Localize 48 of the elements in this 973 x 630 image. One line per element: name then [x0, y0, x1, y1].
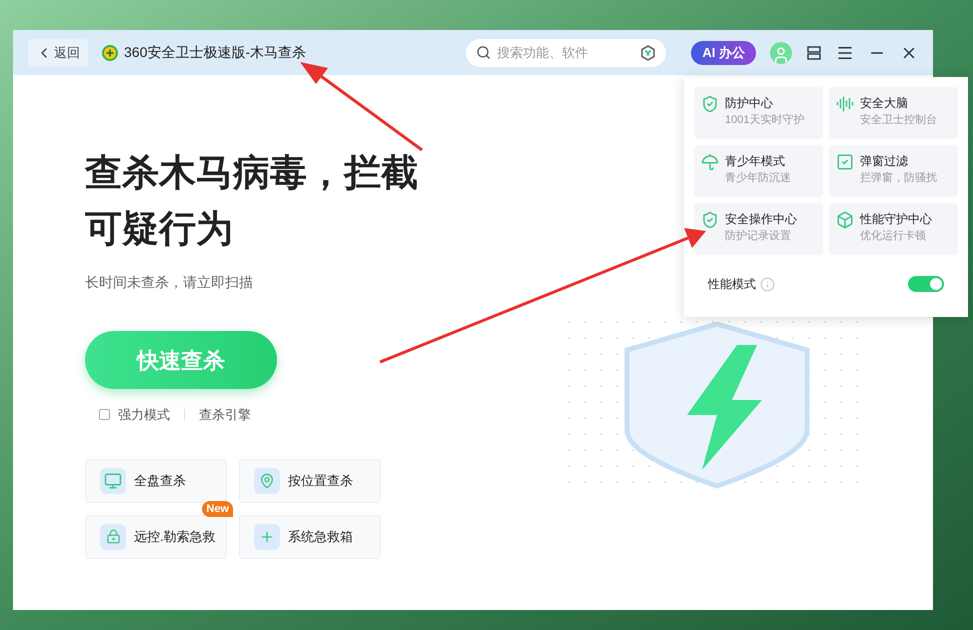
back-button[interactable]: 返回 — [28, 38, 88, 66]
menu-item[interactable]: 性能守护中心 优化运行卡顿 — [829, 203, 958, 255]
performance-mode-toggle[interactable] — [908, 276, 944, 292]
window-icon — [836, 153, 854, 171]
menu-item-title: 防护中心 — [725, 95, 774, 111]
headline: 查杀木马病毒，拦截可疑行为 — [85, 151, 419, 251]
menu-item-subtitle: 安全卫士控制台 — [860, 112, 937, 128]
tool-button[interactable]: 系统急救箱 — [239, 514, 381, 558]
menu-item-subtitle: 青少年防沉迷 — [725, 171, 791, 186]
menu-item-subtitle: 优化运行卡顿 — [860, 229, 927, 244]
shield-icon — [701, 211, 719, 229]
monitor-search-icon — [100, 468, 126, 494]
menu-item-title: 安全大脑 — [860, 95, 909, 111]
ai-office-button[interactable]: AI 办公 — [691, 40, 756, 64]
menu-item[interactable]: 青少年模式 青少年防沉迷 — [694, 145, 823, 197]
menu-item-title: 青少年模式 — [725, 153, 786, 169]
server-icon[interactable] — [806, 44, 822, 60]
tool-button[interactable]: 远控.勒索急救 — [85, 514, 227, 558]
menu-item[interactable]: 安全大脑 安全卫士控制台 — [829, 87, 958, 139]
menu-item-title: 性能守护中心 — [860, 211, 932, 227]
umbrella-icon — [701, 153, 719, 171]
menu-item[interactable]: 防护中心 1001天实时守护 — [694, 87, 823, 139]
tool-button[interactable]: 按位置查杀 — [239, 458, 381, 502]
tool-button[interactable]: 全盘查杀 — [85, 458, 227, 502]
strong-mode-checkbox[interactable] — [99, 409, 110, 420]
menu-item-subtitle: 1001天实时守护 — [725, 112, 804, 128]
window-title: 360安全卫士极速版-木马查杀 — [124, 43, 306, 62]
hexagon-icon — [640, 44, 656, 60]
strong-mode-label: 强力模式 — [118, 406, 170, 424]
app-logo-icon — [102, 44, 118, 60]
menu-item[interactable]: 安全操作中心 防护记录设置 — [694, 203, 823, 255]
menu-item-subtitle: 防护记录设置 — [725, 228, 792, 244]
search-icon — [476, 45, 492, 60]
performance-mode-label: 性能模式 — [708, 276, 756, 293]
shield-check-icon — [701, 95, 719, 113]
new-badge: New — [202, 500, 233, 516]
menu-item[interactable]: 弹窗过滤 拦弹窗，防骚扰 — [829, 145, 958, 197]
sound-wave-icon — [836, 95, 854, 113]
cube-icon — [836, 211, 854, 229]
scan-engine-link[interactable]: 查杀引擎 — [199, 405, 251, 424]
location-pin-icon — [254, 468, 280, 494]
first-aid-kit-icon — [254, 524, 280, 550]
menu-item-title: 弹窗过滤 — [860, 153, 909, 169]
menu-item-subtitle: 拦弹窗，防骚扰 — [860, 170, 937, 186]
search-field[interactable]: 搜索功能、软件 — [466, 38, 666, 66]
search-input[interactable]: 搜索功能、软件 — [497, 42, 634, 62]
subtitle: 长时间未查杀，请立即扫描 — [85, 273, 254, 292]
menu-item-title: 安全操作中心 — [725, 211, 797, 227]
